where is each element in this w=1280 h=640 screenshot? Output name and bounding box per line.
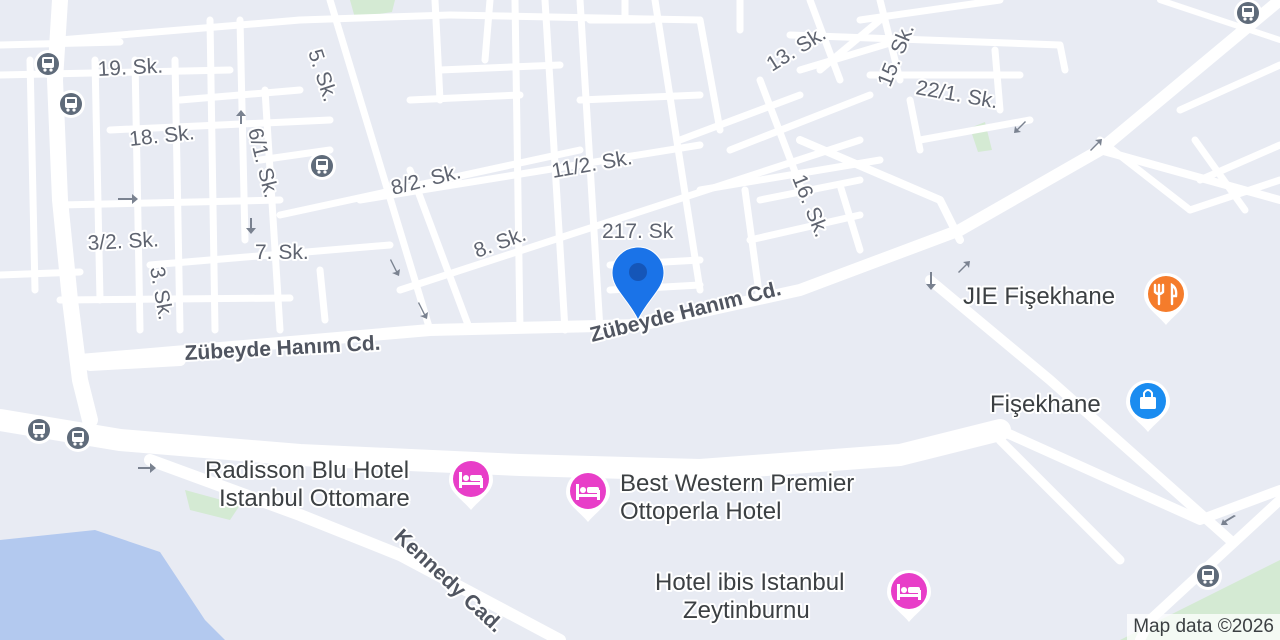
poi-label: Best Western Premier — [620, 470, 854, 497]
bus-stop-icon[interactable] — [25, 416, 53, 444]
poi-label: Istanbul Ottomare — [219, 485, 410, 512]
marker-fill — [1148, 276, 1184, 312]
bus-stop-icon[interactable] — [308, 152, 336, 180]
poi-label: Ottoperla Hotel — [620, 498, 781, 525]
map-canvas[interactable]: 19. Sk. 5. Sk. 18. Sk. 6/1. Sk. 8/2. Sk.… — [0, 0, 1280, 640]
bus-stop-icon[interactable] — [1194, 562, 1222, 590]
bus-stop-icon[interactable] — [34, 50, 62, 78]
street-label: 7. Sk. — [255, 241, 309, 264]
poi-label: Fişekhane — [990, 391, 1101, 418]
bus-stop-icon[interactable] — [64, 424, 92, 452]
street-label: 19. Sk. — [97, 55, 163, 81]
bus-stop-icon[interactable] — [1234, 0, 1262, 27]
poi-label: Zeytinburnu — [683, 597, 810, 624]
street-label: 3/2. Sk. — [87, 228, 159, 255]
map-attribution: Map data ©2026 — [1127, 614, 1280, 640]
street-label: 217. Sk — [602, 220, 674, 243]
poi-label: JIE Fişekhane — [963, 283, 1115, 310]
poi-label: Hotel ibis Istanbul — [655, 569, 844, 596]
bus-stop-icon[interactable] — [57, 90, 85, 118]
poi-label: Radisson Blu Hotel — [205, 457, 409, 484]
